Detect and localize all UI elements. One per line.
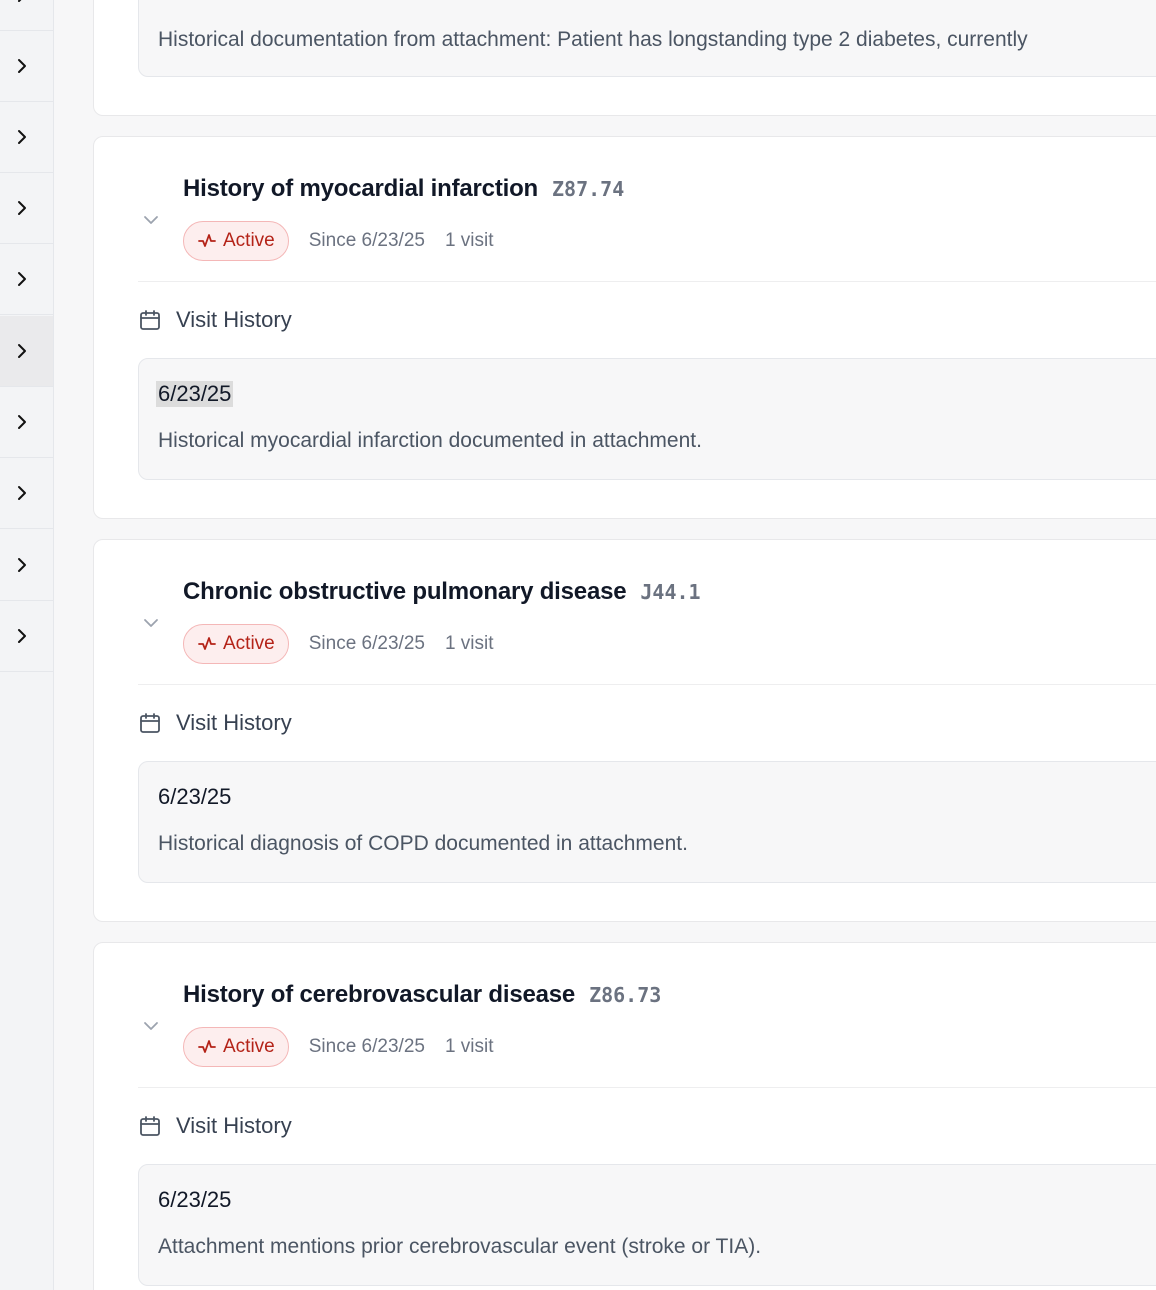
chevron-right-icon — [18, 59, 26, 73]
chevron-right-icon — [18, 272, 26, 286]
visit-entry: 6/23/25 Historical myocardial infarction… — [138, 358, 1156, 480]
visit-date: 6/23/25 — [158, 784, 232, 809]
condition-card: Chronic obstructive pulmonary disease J4… — [93, 539, 1156, 922]
chevron-right-icon — [18, 486, 26, 500]
visit-history-heading: Visit History — [138, 307, 292, 333]
rail-expand-item[interactable] — [0, 387, 53, 458]
visit-note: Attachment mentions prior cerebrovascula… — [158, 1235, 762, 1258]
divider — [138, 684, 1156, 685]
status-badge: Active — [183, 1027, 289, 1067]
chevron-down-icon[interactable] — [142, 211, 160, 229]
rail-expand-item[interactable] — [0, 458, 53, 529]
condition-header[interactable]: Chronic obstructive pulmonary disease J4… — [94, 540, 1156, 685]
visit-history-label: Visit History — [176, 307, 292, 332]
condition-meta: Active Since 6/23/25 1 visit — [183, 624, 494, 664]
icd-code: Z86.73 — [589, 983, 662, 1007]
visit-date: 6/23/25 — [158, 1187, 232, 1212]
visit-date: 6/23/25 — [156, 381, 234, 407]
divider — [138, 1087, 1156, 1088]
chevron-down-icon[interactable] — [142, 614, 160, 632]
since-date: Since 6/23/25 — [308, 230, 425, 251]
sidebar-rail — [0, 0, 54, 1290]
activity-icon — [198, 637, 216, 650]
chevron-right-icon — [18, 130, 26, 144]
status-label: Active — [223, 230, 275, 251]
visit-history-heading: Visit History — [138, 710, 292, 736]
calendar-icon — [140, 310, 160, 330]
chevron-down-icon[interactable] — [142, 1017, 160, 1035]
since-date: Since 6/23/25 — [308, 633, 425, 654]
condition-title: Chronic obstructive pulmonary disease — [183, 578, 627, 605]
conditions-list: Historical documentation from attachment… — [54, 0, 1156, 1290]
since-date: Since 6/23/25 — [308, 1036, 425, 1057]
visit-count: 1 visit — [444, 230, 494, 251]
visit-note: Historical myocardial infarction documen… — [158, 429, 702, 452]
calendar-icon — [140, 1116, 160, 1136]
visit-entry: 6/23/25 Historical diagnosis of COPD doc… — [138, 761, 1156, 883]
condition-title-row: History of cerebrovascular disease Z86.7… — [183, 981, 661, 1009]
visit-entry: Historical documentation from attachment… — [138, 0, 1156, 77]
visit-note: Historical documentation from attachment… — [158, 28, 1028, 51]
condition-header[interactable]: History of myocardial infarction Z87.74 … — [94, 137, 1156, 282]
chevron-right-icon — [18, 629, 26, 643]
rail-expand-item[interactable] — [0, 173, 53, 244]
status-label: Active — [223, 633, 275, 654]
chevron-right-icon — [18, 201, 26, 215]
status-badge: Active — [183, 221, 289, 261]
condition-title: History of myocardial infarction — [183, 175, 539, 202]
activity-icon — [198, 234, 216, 247]
divider — [138, 281, 1156, 282]
rail-expand-item[interactable] — [0, 102, 53, 173]
condition-card: Historical documentation from attachment… — [93, 0, 1156, 116]
status-label: Active — [223, 1036, 275, 1057]
condition-title-row: Chronic obstructive pulmonary disease J4… — [183, 578, 701, 606]
rail-expand-item[interactable] — [0, 601, 53, 672]
condition-title: History of cerebrovascular disease — [183, 981, 576, 1008]
chevron-right-icon — [18, 344, 26, 358]
condition-header[interactable]: History of cerebrovascular disease Z86.7… — [94, 943, 1156, 1088]
chevron-right-icon — [18, 0, 22, 2]
icd-code: J44.1 — [640, 580, 701, 604]
rail-expand-item[interactable] — [0, 0, 53, 31]
condition-title-row: History of myocardial infarction Z87.74 — [183, 175, 624, 203]
condition-meta: Active Since 6/23/25 1 visit — [183, 1027, 494, 1067]
icd-code: Z87.74 — [552, 177, 625, 201]
condition-card: History of myocardial infarction Z87.74 … — [93, 136, 1156, 519]
rail-expand-item[interactable] — [0, 31, 53, 102]
status-badge: Active — [183, 624, 289, 664]
calendar-icon — [140, 713, 160, 733]
condition-card: History of cerebrovascular disease Z86.7… — [93, 942, 1156, 1290]
activity-icon — [198, 1040, 216, 1053]
chevron-right-icon — [18, 415, 26, 429]
rail-expand-item-active[interactable] — [0, 316, 53, 387]
visit-history-heading: Visit History — [138, 1113, 292, 1139]
visit-count: 1 visit — [444, 1036, 494, 1057]
visit-note: Historical diagnosis of COPD documented … — [158, 832, 688, 855]
chevron-right-icon — [18, 558, 26, 572]
visit-count: 1 visit — [444, 633, 494, 654]
visit-history-label: Visit History — [176, 1113, 292, 1138]
rail-expand-item[interactable] — [0, 530, 53, 601]
rail-expand-item[interactable] — [0, 244, 53, 315]
condition-meta: Active Since 6/23/25 1 visit — [183, 221, 494, 261]
visit-history-label: Visit History — [176, 710, 292, 735]
visit-entry: 6/23/25 Attachment mentions prior cerebr… — [138, 1164, 1156, 1286]
